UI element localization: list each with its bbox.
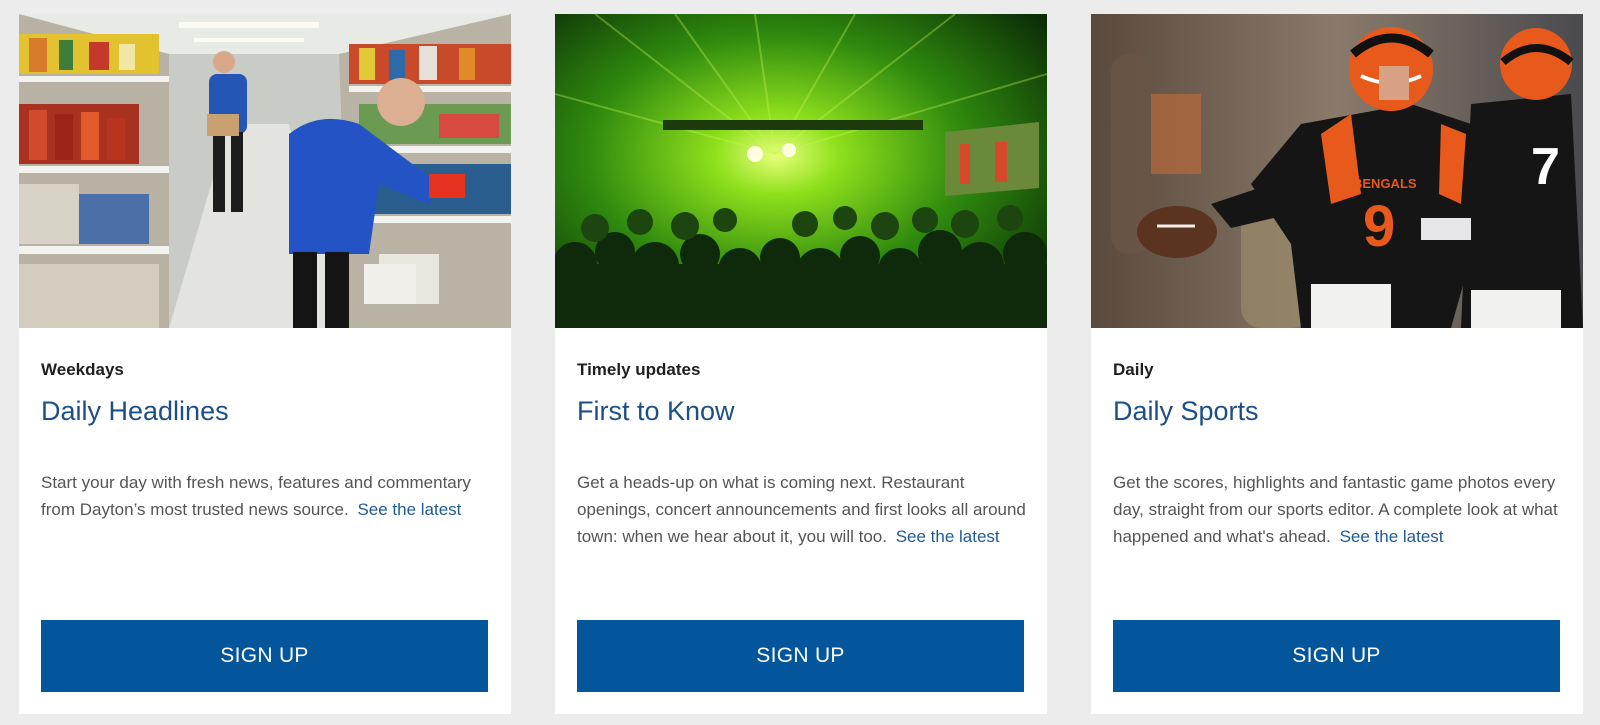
sign-up-button[interactable]: SIGN UP bbox=[1113, 620, 1560, 692]
card-description: Start your day with fresh news, features… bbox=[41, 469, 491, 523]
sign-up-button[interactable]: SIGN UP bbox=[41, 620, 488, 692]
see-the-latest-link[interactable]: See the latest bbox=[357, 500, 461, 519]
card-description: Get the scores, highlights and fantastic… bbox=[1113, 469, 1563, 550]
card-kicker: Daily bbox=[1113, 360, 1154, 379]
svg-text:7: 7 bbox=[1531, 138, 1560, 196]
see-the-latest-link[interactable]: See the latest bbox=[1340, 527, 1444, 546]
newsletter-card-first-to-know: Timely updates First to Know Get a heads… bbox=[555, 14, 1047, 714]
see-the-latest-link[interactable]: See the latest bbox=[896, 527, 1000, 546]
card-description: Get a heads-up on what is coming next. R… bbox=[577, 469, 1027, 550]
sign-up-button[interactable]: SIGN UP bbox=[577, 620, 1024, 692]
jersey-text: BENGALS bbox=[1353, 176, 1417, 191]
card-description-text: Get the scores, highlights and fantastic… bbox=[1113, 473, 1558, 546]
newsletter-card-daily-headlines: Weekdays Daily Headlines Start your day … bbox=[19, 14, 511, 714]
newsletter-cards: Weekdays Daily Headlines Start your day … bbox=[0, 0, 1600, 725]
concert-crowd-photo bbox=[555, 14, 1047, 328]
card-kicker: Timely updates bbox=[577, 360, 701, 379]
card-title: First to Know bbox=[577, 396, 735, 426]
newsletter-card-daily-sports: 7 BENGALS 9 Daily Daily Sports Get the s… bbox=[1091, 14, 1583, 714]
football-players-photo: 7 BENGALS 9 bbox=[1091, 14, 1583, 328]
card-kicker: Weekdays bbox=[41, 360, 124, 379]
card-title: Daily Sports bbox=[1113, 396, 1259, 426]
card-title: Daily Headlines bbox=[41, 396, 229, 426]
jersey-number: 9 bbox=[1363, 194, 1395, 259]
grocery-store-photo bbox=[19, 14, 511, 328]
